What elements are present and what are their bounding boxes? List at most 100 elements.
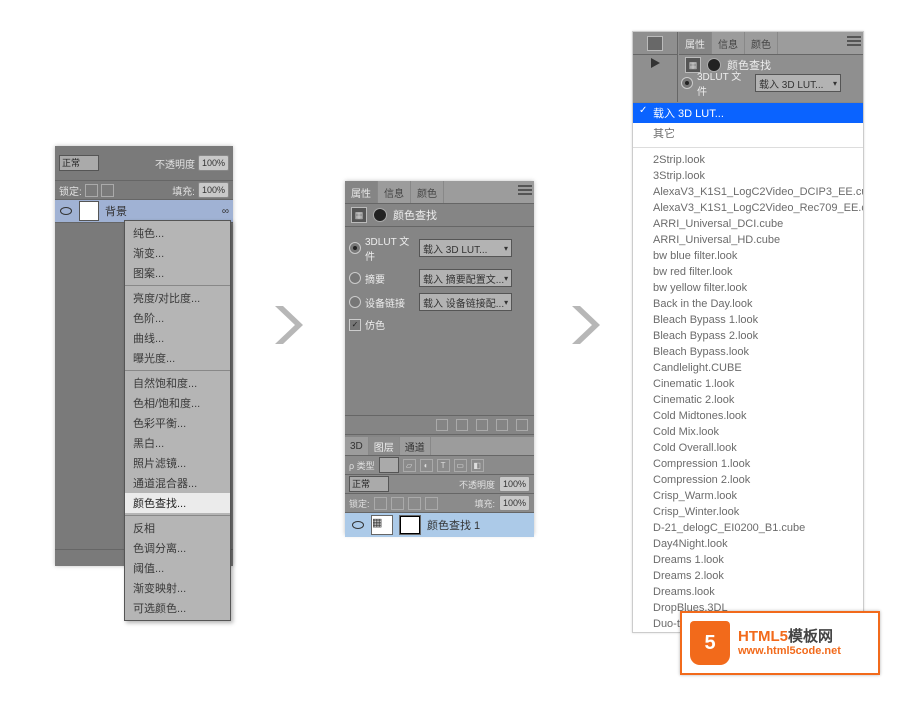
lut-dropdown-list[interactable]: 载入 3D LUT...其它2Strip.look3Strip.lookAlex… (633, 102, 863, 632)
view-previous-icon[interactable] (456, 419, 468, 431)
adjustment-menu-item[interactable]: 通道混合器... (125, 473, 230, 493)
filter-type-icon[interactable]: T (437, 459, 450, 472)
lut-option[interactable]: AlexaV3_K1S1_LogC2Video_DCIP3_EE.cube (633, 184, 863, 200)
history-icon[interactable] (647, 36, 663, 51)
radio-devicelink[interactable] (349, 296, 361, 308)
lut-option[interactable]: Bleach Bypass 2.look (633, 328, 863, 344)
lut-option[interactable]: AlexaV3_K1S1_LogC2Video_Rec709_EE.cube (633, 200, 863, 216)
filter-smart-icon[interactable]: ◧ (471, 459, 484, 472)
lut-option[interactable]: Compression 1.look (633, 456, 863, 472)
tab-layers[interactable]: 图层 (369, 437, 400, 455)
lut-option[interactable]: Candlelight.CUBE (633, 360, 863, 376)
adjustment-menu-item[interactable]: 黑白... (125, 433, 230, 453)
lut-option[interactable]: Dreams 2.look (633, 568, 863, 584)
lut-option[interactable]: ARRI_Universal_HD.cube (633, 232, 863, 248)
tab-properties[interactable]: 属性 (345, 181, 378, 203)
adjustment-menu-item[interactable]: 色调分离... (125, 538, 230, 558)
label-3dlut: 3DLUT 文件 (365, 233, 415, 263)
play-icon[interactable] (651, 58, 660, 68)
tab-info[interactable]: 信息 (712, 32, 745, 54)
adjustment-menu-item[interactable]: 色相/饱和度... (125, 393, 230, 413)
lut-option[interactable]: Cold Mix.look (633, 424, 863, 440)
lut-option-selected[interactable]: 载入 3D LUT... (633, 103, 863, 123)
dropdown-3dlut-open[interactable]: 载入 3D LUT...▾ (755, 74, 841, 92)
tab-color[interactable]: 颜色 (411, 181, 444, 203)
lut-option[interactable]: ARRI_Universal_DCI.cube (633, 216, 863, 232)
adjustment-menu-item[interactable]: 纯色... (125, 223, 230, 243)
lut-option[interactable]: 3Strip.look (633, 168, 863, 184)
tab-info[interactable]: 信息 (378, 181, 411, 203)
dropdown-devicelink[interactable]: 载入 设备链接配...▾ (419, 293, 512, 311)
lock-px-icon[interactable] (391, 497, 404, 510)
lut-option[interactable]: Cold Overall.look (633, 440, 863, 456)
lut-option[interactable]: Dreams 1.look (633, 552, 863, 568)
dropdown-abstract[interactable]: 载入 摘要配置文...▾ (419, 269, 512, 287)
tab-color[interactable]: 颜色 (745, 32, 778, 54)
trash-icon[interactable] (516, 419, 528, 431)
lut-option[interactable]: Cold Midtones.look (633, 408, 863, 424)
adjustment-menu-item[interactable]: 照片滤镜... (125, 453, 230, 473)
checkbox-dither[interactable] (349, 319, 361, 331)
lut-option[interactable]: Bleach Bypass.look (633, 344, 863, 360)
lut-option[interactable]: Compression 2.look (633, 472, 863, 488)
fill-value[interactable]: 100% (499, 495, 530, 511)
eye-icon[interactable] (496, 419, 508, 431)
lut-option[interactable]: D-21_delogC_EI0200_B1.cube (633, 520, 863, 536)
filter-adj-icon[interactable]: ◐ (420, 459, 433, 472)
adjustment-menu-item[interactable]: 亮度/对比度... (125, 288, 230, 308)
blend-mode-select[interactable]: 正常 (59, 155, 99, 171)
adjustment-menu-item[interactable]: 渐变... (125, 243, 230, 263)
lut-option[interactable]: bw red filter.look (633, 264, 863, 280)
tab-3d[interactable]: 3D (345, 437, 369, 455)
adjustment-menu-item[interactable]: 曝光度... (125, 348, 230, 368)
fill-value[interactable]: 100% (198, 182, 229, 198)
radio-abstract[interactable] (349, 272, 361, 284)
adjustment-menu-item[interactable]: 颜色查找... (125, 493, 230, 513)
adjustment-menu-item[interactable]: 可选颜色... (125, 598, 230, 618)
lut-option[interactable]: Crisp_Winter.look (633, 504, 863, 520)
lock-transparency-icon[interactable] (85, 184, 98, 197)
panel-dock-icons (633, 32, 678, 106)
visibility-icon[interactable] (351, 518, 365, 532)
lut-option[interactable]: bw yellow filter.look (633, 280, 863, 296)
lut-option[interactable]: 2Strip.look (633, 152, 863, 168)
adjustment-menu-item[interactable]: 色阶... (125, 308, 230, 328)
lock-all-icon[interactable] (425, 497, 438, 510)
adjustment-menu-item[interactable]: 反相 (125, 518, 230, 538)
lut-option[interactable]: Back in the Day.look (633, 296, 863, 312)
adjustment-menu-item[interactable]: 渐变映射... (125, 578, 230, 598)
lut-option[interactable]: Dreams.look (633, 584, 863, 600)
radio-3dlut[interactable] (349, 242, 361, 254)
opacity-value[interactable]: 100% (499, 476, 530, 492)
adjustment-menu-item[interactable]: 图案... (125, 263, 230, 283)
visibility-icon[interactable] (59, 204, 73, 218)
adjustment-menu-item[interactable]: 曲线... (125, 328, 230, 348)
lock-pos-icon[interactable] (408, 497, 421, 510)
reset-icon[interactable] (476, 419, 488, 431)
panel-menu-icon[interactable] (518, 185, 532, 197)
layer-row-colorlookup[interactable]: ▦ 颜色查找 1 (345, 513, 534, 537)
opacity-value[interactable]: 100% (198, 155, 229, 171)
radio-3dlut[interactable] (681, 77, 693, 89)
dropdown-3dlut[interactable]: 载入 3D LUT...▾ (419, 239, 512, 257)
adjustment-menu-item[interactable]: 阈值... (125, 558, 230, 578)
filter-shape-icon[interactable]: ▭ (454, 459, 467, 472)
blend-mode-select[interactable]: 正常 (349, 476, 389, 492)
adjustment-menu-item[interactable]: 色彩平衡... (125, 413, 230, 433)
filter-img-icon[interactable]: ▱ (403, 459, 416, 472)
clip-icon[interactable] (436, 419, 448, 431)
tab-properties[interactable]: 属性 (679, 32, 712, 54)
lut-option[interactable]: Bleach Bypass 1.look (633, 312, 863, 328)
lock-trans-icon[interactable] (374, 497, 387, 510)
lut-option-other[interactable]: 其它 (633, 123, 863, 143)
lut-option[interactable]: Crisp_Warm.look (633, 488, 863, 504)
lut-option[interactable]: Day4Night.look (633, 536, 863, 552)
tab-channels[interactable]: 通道 (400, 437, 431, 455)
lut-option[interactable]: bw blue filter.look (633, 248, 863, 264)
lut-option[interactable]: Cinematic 2.look (633, 392, 863, 408)
kind-filter[interactable]: ρ 类型 (349, 459, 375, 472)
panel-menu-icon[interactable] (847, 36, 861, 48)
adjustment-menu-item[interactable]: 自然饱和度... (125, 373, 230, 393)
lut-option[interactable]: Cinematic 1.look (633, 376, 863, 392)
lock-pixels-icon[interactable] (101, 184, 114, 197)
